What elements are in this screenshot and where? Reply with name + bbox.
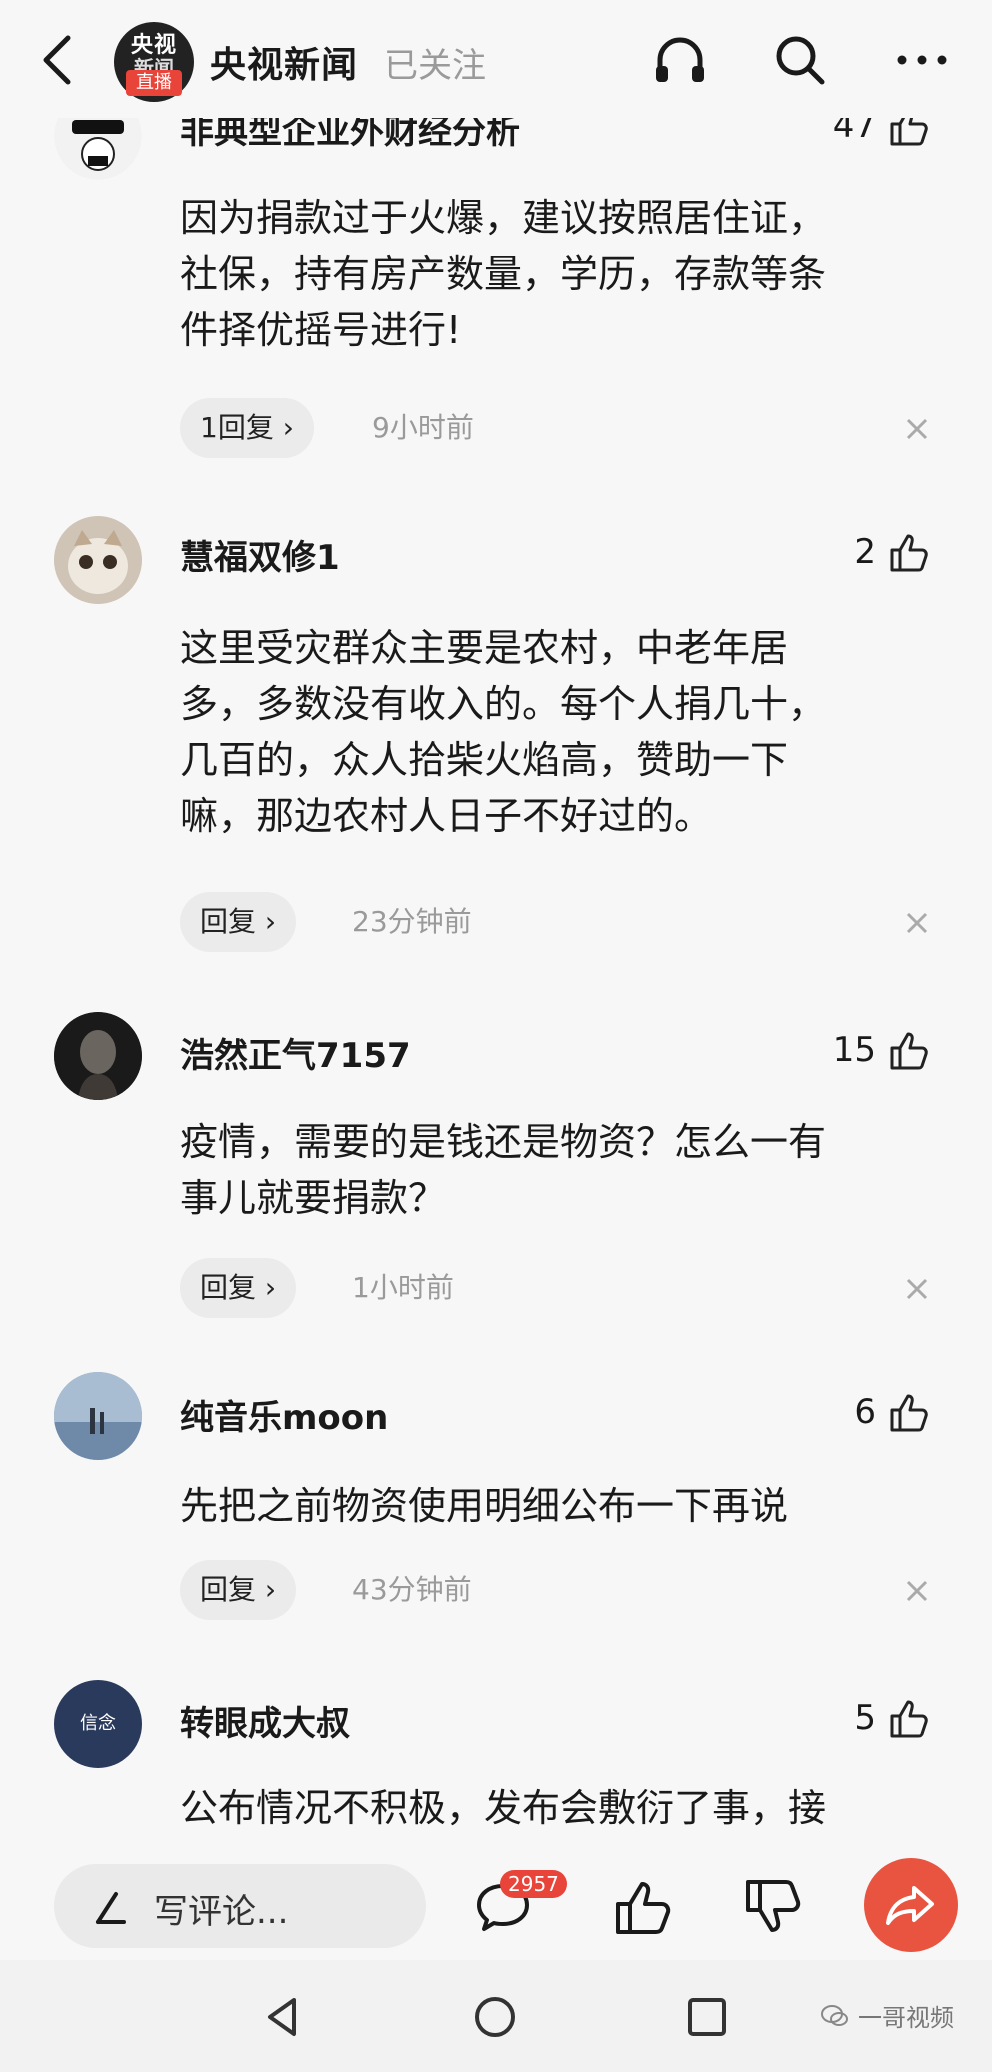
like-count: 2 [854,532,876,572]
reply-button[interactable]: 回复 › [180,1258,297,1318]
write-comment-input[interactable]: 写评论... [54,1864,426,1948]
nav-recents-icon[interactable] [682,1992,732,2042]
reply-button[interactable]: 回复 › [180,892,297,952]
thumbs-up-icon [890,1394,928,1432]
share-button[interactable] [864,1858,958,1952]
thumbs-up-icon [890,1032,928,1070]
pen-icon [96,1892,126,1924]
share-arrow-icon [886,1886,934,1925]
thumbs-up-icon [890,1700,928,1738]
nav-back-icon[interactable] [258,1992,308,2042]
watermark: 一哥视频 [820,1998,954,2033]
comment-text: 公布情况不积极，发布会敷衍了事，接 [180,1786,827,1830]
like-button[interactable]: 6 [854,1390,930,1434]
like-count: 5 [854,1698,876,1738]
close-icon[interactable] [900,412,934,446]
system-nav-bar: 一哥视频 [0,1960,992,2072]
avatar[interactable] [54,516,142,604]
write-comment-placeholder: 写评论... [154,1892,289,1932]
follow-button[interactable]: 已关注 [384,38,486,87]
comment-text: 疫情，需要的是钱还是物资？怎么一有 事儿就要捐款？ [180,1120,827,1220]
thumbs-up-icon [890,534,928,572]
comment-time: 43分钟前 [352,1573,472,1606]
headphones-icon[interactable] [648,28,712,92]
logo-text-line1: 央视 [130,33,177,58]
thumbs-up-icon[interactable] [610,1874,676,1940]
watermark-text: 一哥视频 [858,2004,954,2032]
avatar[interactable]: 信念 [54,1680,142,1768]
close-icon[interactable] [900,1272,934,1306]
wechat-icon [821,2004,848,2026]
like-button[interactable]: 15 [833,1028,930,1072]
like-count: 15 [832,1030,876,1070]
comment-username[interactable]: 慧福双修1 [180,530,340,579]
avatar-text: 信念 [80,1713,116,1734]
comment-text: 这里受灾群众主要是农村，中老年居 多，多数没有收入的。每个人捐几十， 几百的，众… [180,626,827,838]
comment-username[interactable]: 转眼成大叔 [180,1696,350,1745]
top-header: 央视 新闻 直播 央视新闻 已关注 [0,0,992,118]
nav-home-icon[interactable] [470,1992,520,2042]
bottom-action-bar: 写评论... 2957 [0,1850,992,1960]
like-button[interactable]: 5 [854,1696,930,1740]
like-button[interactable]: 2 [854,530,930,574]
comment-username[interactable]: 纯音乐moon [180,1390,388,1439]
close-icon[interactable] [900,1574,934,1608]
comment-time: 23分钟前 [352,905,472,938]
reply-button[interactable]: 1回复 › [180,398,314,458]
thumbs-down-icon[interactable] [740,1874,806,1940]
comment-text: 因为捐款过于火爆，建议按照居住证， 社保，持有房产数量，学历，存款等条 件择优摇… [180,196,827,352]
avatar[interactable] [54,1012,142,1100]
avatar[interactable] [54,1372,142,1460]
comment-time: 9小时前 [372,411,474,444]
close-icon[interactable] [900,906,934,940]
channel-name[interactable]: 央视新闻 [210,36,358,88]
comment-count-badge: 2957 [500,1870,567,1898]
comment-time: 1小时前 [352,1271,454,1304]
more-icon[interactable] [890,28,954,92]
comment-username[interactable]: 浩然正气7157 [180,1028,411,1077]
back-arrow-icon[interactable] [34,30,82,90]
search-icon[interactable] [768,28,832,92]
like-count: 6 [854,1392,876,1432]
reply-button[interactable]: 回复 › [180,1560,297,1620]
comment-text: 先把之前物资使用明细公布一下再说 [180,1484,789,1528]
live-badge: 直播 [126,70,182,96]
